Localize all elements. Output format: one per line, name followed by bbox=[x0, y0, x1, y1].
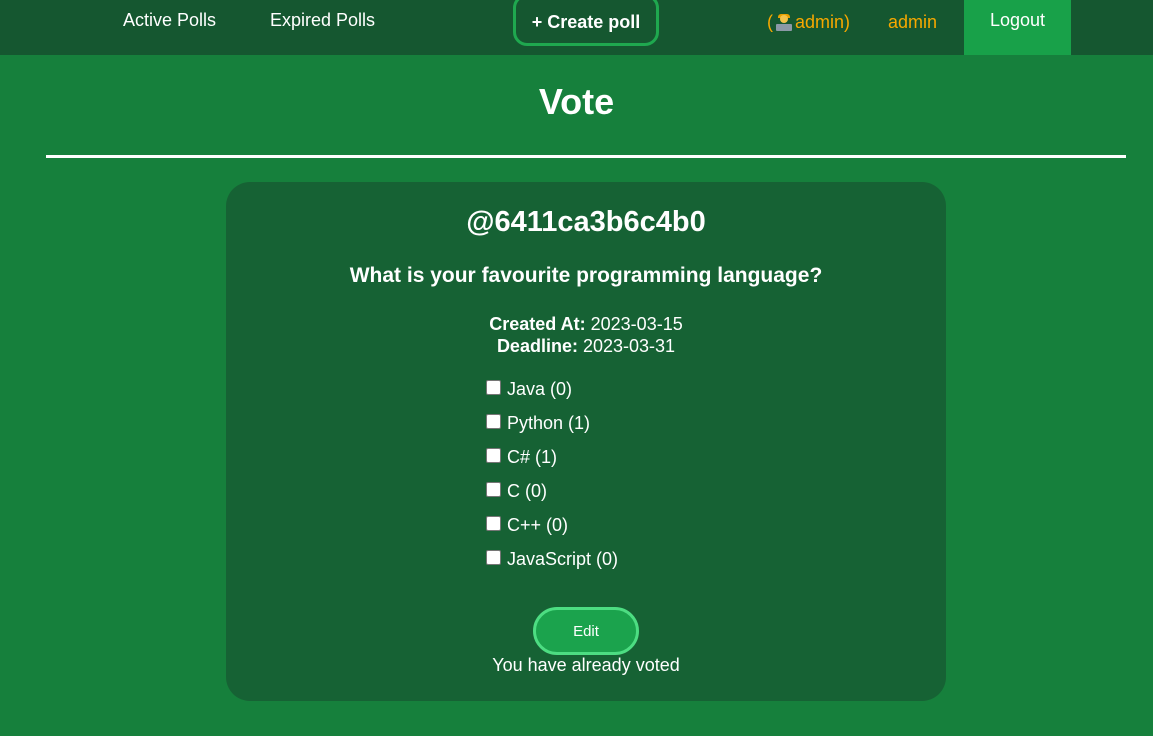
option-checkbox[interactable] bbox=[486, 516, 501, 531]
option-checkbox[interactable] bbox=[486, 482, 501, 497]
option-c[interactable]: C (0) bbox=[486, 478, 786, 512]
create-poll-button[interactable]: + Create poll bbox=[513, 0, 659, 46]
edit-vote-button[interactable]: Edit bbox=[533, 607, 639, 655]
option-label: Python (1) bbox=[507, 413, 591, 433]
poll-options: Java (0) Python (1) C# (1) C (0) C++ (0)… bbox=[486, 376, 786, 580]
option-label: C (0) bbox=[507, 481, 547, 501]
nav-expired-polls[interactable]: Expired Polls bbox=[270, 10, 375, 31]
logout-button[interactable]: Logout bbox=[964, 0, 1071, 55]
option-label: JavaScript (0) bbox=[507, 549, 619, 569]
option-checkbox[interactable] bbox=[486, 414, 501, 429]
option-checkbox[interactable] bbox=[486, 448, 501, 463]
top-navbar: Active Polls Expired Polls + Create poll… bbox=[0, 0, 1153, 55]
poll-id: @6411ca3b6c4b0 bbox=[466, 206, 706, 238]
option-javascript[interactable]: JavaScript (0) bbox=[486, 546, 786, 580]
option-python[interactable]: Python (1) bbox=[486, 410, 786, 444]
created-at: Created At: 2023-03-15 bbox=[226, 313, 946, 335]
option-csharp[interactable]: C# (1) bbox=[486, 444, 786, 478]
username-link[interactable]: admin bbox=[888, 12, 937, 33]
option-label: Java (0) bbox=[507, 379, 573, 399]
created-at-value: 2023-03-15 bbox=[590, 314, 683, 334]
created-at-label: Created At: bbox=[489, 314, 586, 334]
option-checkbox[interactable] bbox=[486, 550, 501, 565]
role-name: admin) bbox=[795, 12, 851, 32]
option-label: C++ (0) bbox=[507, 515, 569, 535]
deadline: Deadline: 2023-03-31 bbox=[226, 335, 946, 357]
poll-question: What is your favourite programming langu… bbox=[349, 264, 823, 287]
user-role: ( admin) bbox=[767, 12, 850, 33]
role-open-paren: ( bbox=[767, 12, 773, 32]
option-label: C# (1) bbox=[507, 447, 558, 467]
deadline-label: Deadline: bbox=[496, 336, 578, 356]
option-cpp[interactable]: C++ (0) bbox=[486, 512, 786, 546]
option-checkbox[interactable] bbox=[486, 380, 501, 395]
technologist-icon bbox=[775, 13, 793, 32]
deadline-value: 2023-03-31 bbox=[582, 336, 676, 356]
nav-active-polls[interactable]: Active Polls bbox=[123, 10, 216, 31]
already-voted-message: You have already voted bbox=[492, 655, 680, 675]
poll-card: @6411ca3b6c4b0 What is your favourite pr… bbox=[226, 182, 946, 701]
option-java[interactable]: Java (0) bbox=[486, 376, 786, 410]
title-divider bbox=[46, 155, 1126, 158]
page-title: Vote bbox=[538, 81, 615, 122]
